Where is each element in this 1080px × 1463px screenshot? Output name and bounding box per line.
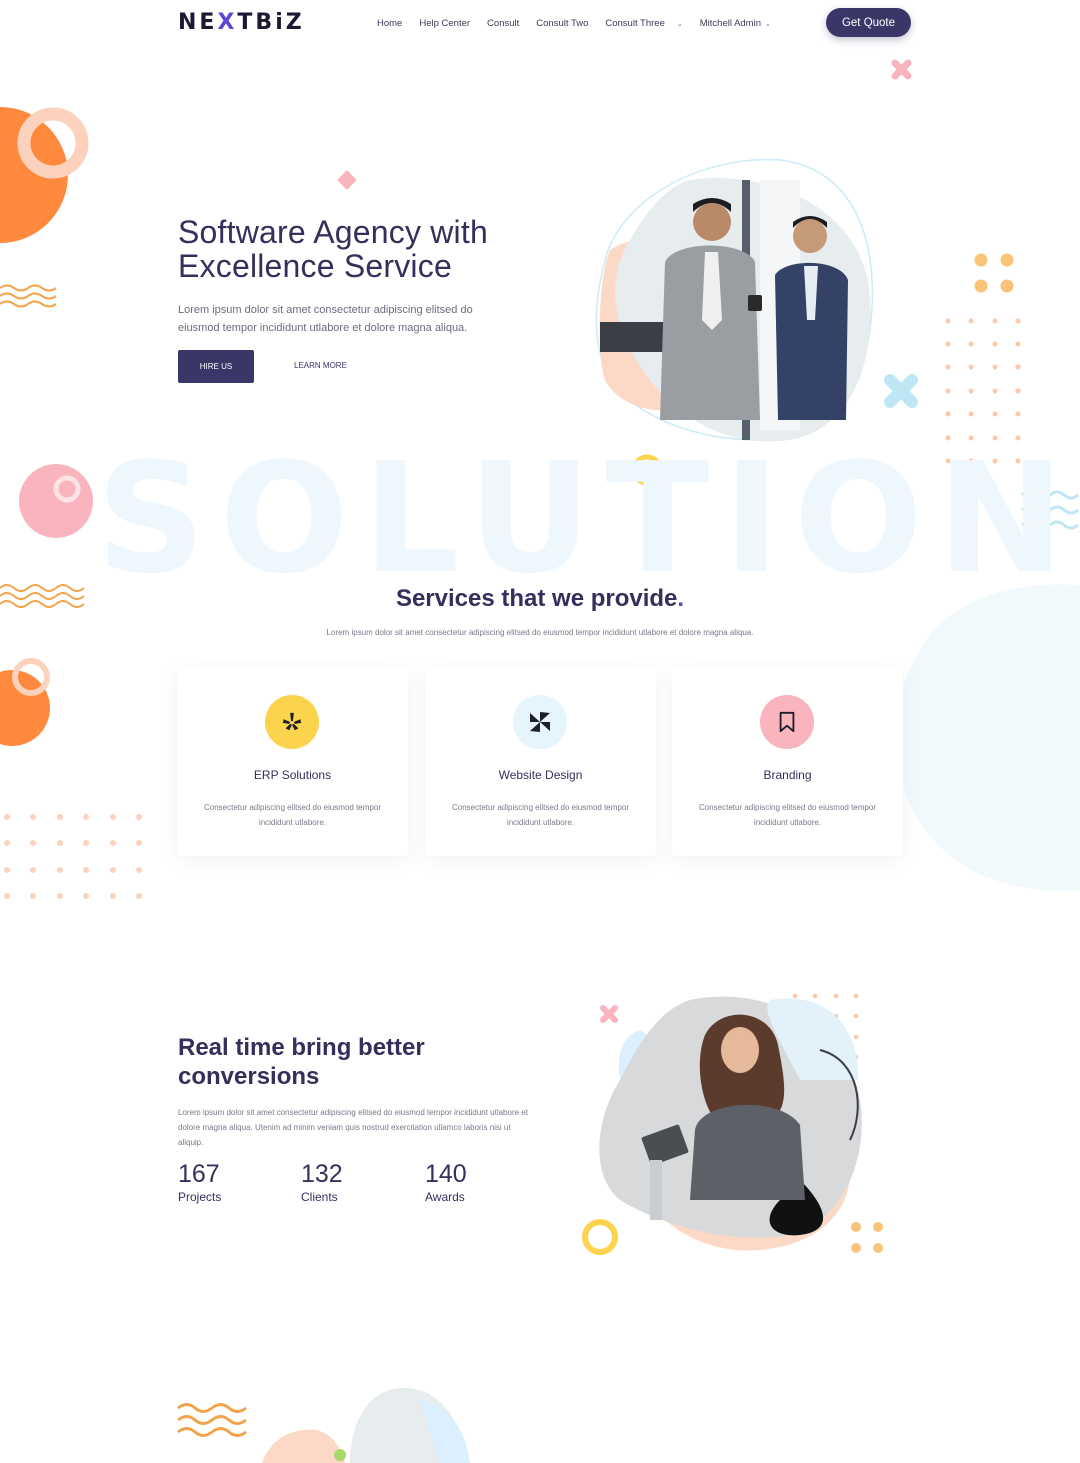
realtime-image bbox=[599, 996, 862, 1251]
pink-x-top bbox=[891, 59, 912, 80]
wave-lines-left bbox=[0, 284, 57, 308]
nav-item-user-menu[interactable]: Mitchell Admin ⌄ bbox=[700, 18, 771, 29]
orange-dots-right bbox=[974, 253, 1014, 293]
realtime-description: Lorem ipsum dolor sit amet consectetur a… bbox=[178, 1108, 528, 1147]
main-nav: Home Help Center Consult Consult Two Con… bbox=[377, 18, 771, 29]
services-title: Services that we provide. bbox=[395, 585, 685, 612]
solution-watermark: SOLUTION bbox=[96, 430, 1079, 607]
service-card-erp[interactable]: ERP Solutions Consectetur adipiscing eli… bbox=[177, 667, 408, 856]
chevron-down-icon: ⌄ bbox=[765, 20, 771, 28]
pink-diamond bbox=[337, 170, 357, 190]
hire-us-button[interactable]: HIRE US bbox=[178, 350, 254, 383]
logo[interactable]: NEXTBiZ bbox=[178, 10, 305, 35]
stat-value: 140 bbox=[425, 1160, 467, 1188]
bottom-image bbox=[262, 1387, 470, 1463]
stat-label: Clients bbox=[301, 1190, 338, 1204]
service-card-title: ERP Solutions bbox=[253, 768, 332, 782]
nav-item-home[interactable]: Home bbox=[377, 18, 402, 29]
stat-clients: 132 Clients bbox=[301, 1160, 343, 1204]
nav-item-label: Mitchell Admin bbox=[699, 18, 761, 29]
stat-value: 167 bbox=[178, 1160, 220, 1188]
wave-lines-bottom bbox=[177, 1403, 247, 1437]
yellow-ring-lower bbox=[582, 1219, 618, 1255]
service-card-branding[interactable]: Branding Consectetur adipiscing elitsed … bbox=[672, 667, 903, 856]
service-card-website[interactable]: Website Design Consectetur adipiscing el… bbox=[425, 667, 656, 856]
service-card-description: Consectetur adipiscing elitsed do eiusmo… bbox=[699, 803, 876, 827]
stat-value: 132 bbox=[301, 1160, 343, 1188]
learn-more-link[interactable]: LEARN MORE bbox=[294, 361, 347, 370]
bookmark-icon bbox=[760, 695, 814, 749]
service-card-title: Branding bbox=[763, 768, 812, 782]
orange-circle-left bbox=[0, 670, 50, 746]
nav-item-consult-three[interactable]: Consult Three ⌄ bbox=[605, 18, 682, 29]
stat-label: Awards bbox=[425, 1190, 465, 1204]
dot-grid-left bbox=[4, 814, 142, 899]
stat-label: Projects bbox=[178, 1190, 222, 1204]
pinwheel-icon bbox=[513, 695, 567, 749]
stat-awards: 140 Awards bbox=[425, 1160, 467, 1204]
pink-x-lower bbox=[600, 1005, 618, 1023]
services-subtitle: Lorem ipsum dolor sit amet consectetur a… bbox=[326, 628, 754, 637]
nav-item-consult[interactable]: Consult bbox=[487, 18, 519, 29]
blue-x bbox=[884, 374, 918, 408]
hero-description: Lorem ipsum dolor sit amet consectetur a… bbox=[178, 304, 473, 334]
hero-image bbox=[595, 158, 874, 442]
service-card-description: Consectetur adipiscing elitsed do eiusmo… bbox=[452, 803, 629, 827]
service-card-description: Consectetur adipiscing elitsed do eiusmo… bbox=[204, 803, 381, 827]
yelp-icon bbox=[265, 695, 319, 749]
pink-ball bbox=[19, 464, 93, 538]
nav-item-consult-two[interactable]: Consult Two bbox=[536, 18, 588, 29]
realtime-title: Real time bring better conversions bbox=[178, 1034, 425, 1090]
get-quote-button[interactable]: Get Quote bbox=[826, 8, 911, 37]
hero-title: Software Agency with Excellence Service bbox=[178, 214, 488, 284]
stat-projects: 167 Projects bbox=[178, 1160, 221, 1204]
orange-dots-lower bbox=[851, 1222, 883, 1253]
service-card-title: Website Design bbox=[498, 768, 583, 782]
nav-item-help-center[interactable]: Help Center bbox=[419, 18, 470, 29]
chevron-down-icon: ⌄ bbox=[676, 20, 683, 28]
nav-item-label: Consult Three bbox=[605, 18, 665, 29]
